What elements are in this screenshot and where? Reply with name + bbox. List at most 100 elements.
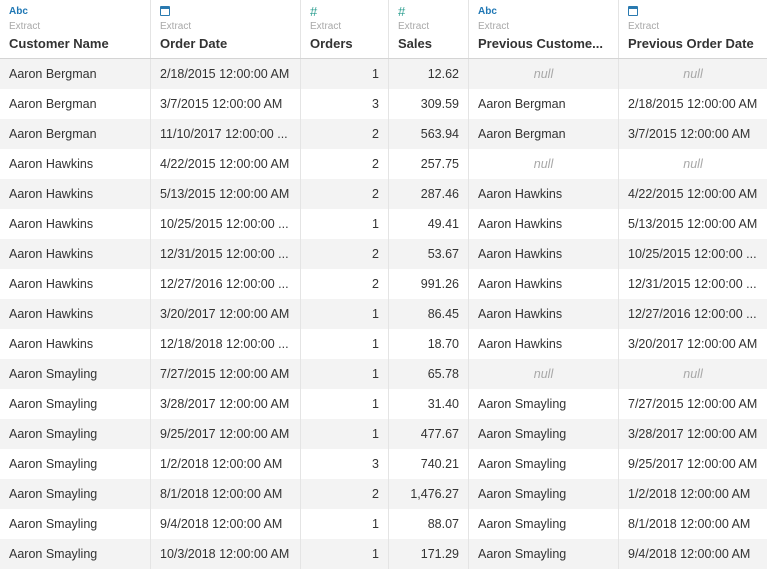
previous-customer-cell[interactable]: Aaron Bergman (469, 119, 619, 149)
previous-customer-cell[interactable]: Aaron Hawkins (469, 179, 619, 209)
customer-name-cell[interactable]: Aaron Hawkins (0, 329, 151, 359)
sales-cell[interactable]: 740.21 (389, 449, 469, 479)
column-header-customer-name[interactable]: Abc Extract Customer Name (0, 0, 151, 58)
table-row[interactable]: Aaron Hawkins 12/27/2016 12:00:00 ... 2 991… (0, 269, 767, 299)
customer-name-cell[interactable]: Aaron Smayling (0, 449, 151, 479)
table-row[interactable]: Aaron Hawkins 12/18/2018 12:00:00 ... 1 18.… (0, 329, 767, 359)
previous-order-date-cell[interactable]: 10/25/2015 12:00:00 ... (619, 239, 767, 269)
customer-name-cell[interactable]: Aaron Smayling (0, 509, 151, 539)
orders-cell[interactable]: 1 (301, 59, 389, 89)
order-date-cell[interactable]: 1/2/2018 12:00:00 AM (151, 449, 301, 479)
customer-name-cell[interactable]: Aaron Hawkins (0, 179, 151, 209)
previous-order-date-cell[interactable]: 5/13/2015 12:00:00 AM (619, 209, 767, 239)
column-header-previous-order-date[interactable]: Extract Previous Order Date (619, 0, 767, 58)
customer-name-cell[interactable]: Aaron Smayling (0, 539, 151, 569)
previous-order-date-cell[interactable]: 2/18/2015 12:00:00 AM (619, 89, 767, 119)
customer-name-cell[interactable]: Aaron Bergman (0, 89, 151, 119)
order-date-cell[interactable]: 10/3/2018 12:00:00 AM (151, 539, 301, 569)
previous-customer-cell[interactable]: Aaron Smayling (469, 539, 619, 569)
number-type-icon[interactable]: # (310, 4, 388, 19)
customer-name-cell[interactable]: Aaron Hawkins (0, 299, 151, 329)
table-row[interactable]: Aaron Smayling 10/3/2018 12:00:00 AM 1 171.… (0, 539, 767, 569)
table-row[interactable]: Aaron Smayling 7/27/2015 12:00:00 AM 1 65.7… (0, 359, 767, 389)
previous-customer-cell[interactable]: Aaron Smayling (469, 449, 619, 479)
previous-order-date-cell[interactable]: 8/1/2018 12:00:00 AM (619, 509, 767, 539)
orders-cell[interactable]: 1 (301, 509, 389, 539)
order-date-cell[interactable]: 12/18/2018 12:00:00 ... (151, 329, 301, 359)
order-date-cell[interactable]: 12/27/2016 12:00:00 ... (151, 269, 301, 299)
customer-name-cell[interactable]: Aaron Smayling (0, 359, 151, 389)
orders-cell[interactable]: 1 (301, 419, 389, 449)
customer-name-cell[interactable]: Aaron Bergman (0, 119, 151, 149)
orders-cell[interactable]: 1 (301, 209, 389, 239)
sales-cell[interactable]: 309.59 (389, 89, 469, 119)
column-header-previous-customer[interactable]: Abc Extract Previous Custome... (469, 0, 619, 58)
orders-cell[interactable]: 1 (301, 389, 389, 419)
order-date-cell[interactable]: 2/18/2015 12:00:00 AM (151, 59, 301, 89)
sales-cell[interactable]: 31.40 (389, 389, 469, 419)
sales-cell[interactable]: 53.67 (389, 239, 469, 269)
previous-order-date-cell[interactable]: 7/27/2015 12:00:00 AM (619, 389, 767, 419)
order-date-cell[interactable]: 3/28/2017 12:00:00 AM (151, 389, 301, 419)
customer-name-cell[interactable]: Aaron Smayling (0, 479, 151, 509)
previous-order-date-cell[interactable]: 12/31/2015 12:00:00 ... (619, 269, 767, 299)
previous-customer-cell[interactable]: Aaron Smayling (469, 479, 619, 509)
column-header-orders[interactable]: # Extract Orders (301, 0, 389, 58)
previous-order-date-cell[interactable]: 12/27/2016 12:00:00 ... (619, 299, 767, 329)
sales-cell[interactable]: 287.46 (389, 179, 469, 209)
previous-customer-cell[interactable]: Aaron Hawkins (469, 269, 619, 299)
orders-cell[interactable]: 3 (301, 89, 389, 119)
customer-name-cell[interactable]: Aaron Smayling (0, 389, 151, 419)
sales-cell[interactable]: 86.45 (389, 299, 469, 329)
customer-name-cell[interactable]: Aaron Hawkins (0, 269, 151, 299)
previous-customer-cell[interactable]: null (469, 59, 619, 89)
previous-order-date-cell[interactable]: 3/7/2015 12:00:00 AM (619, 119, 767, 149)
orders-cell[interactable]: 1 (301, 359, 389, 389)
previous-order-date-cell[interactable]: 9/4/2018 12:00:00 AM (619, 539, 767, 569)
customer-name-cell[interactable]: Aaron Bergman (0, 59, 151, 89)
calendar-type-icon[interactable] (160, 4, 300, 19)
abc-type-icon[interactable]: Abc (478, 4, 618, 19)
table-row[interactable]: Aaron Hawkins 4/22/2015 12:00:00 AM 2 257.7… (0, 149, 767, 179)
sales-cell[interactable]: 65.78 (389, 359, 469, 389)
table-row[interactable]: Aaron Hawkins 12/31/2015 12:00:00 ... 2 53.… (0, 239, 767, 269)
orders-cell[interactable]: 1 (301, 299, 389, 329)
previous-customer-cell[interactable]: Aaron Smayling (469, 389, 619, 419)
table-row[interactable]: Aaron Smayling 3/28/2017 12:00:00 AM 1 31.4… (0, 389, 767, 419)
orders-cell[interactable]: 2 (301, 119, 389, 149)
sales-cell[interactable]: 477.67 (389, 419, 469, 449)
table-row[interactable]: Aaron Bergman 11/10/2017 12:00:00 ... 2 563… (0, 119, 767, 149)
abc-type-icon[interactable]: Abc (9, 4, 150, 19)
table-row[interactable]: Aaron Smayling 8/1/2018 12:00:00 AM 2 1,476… (0, 479, 767, 509)
sales-cell[interactable]: 49.41 (389, 209, 469, 239)
previous-order-date-cell[interactable]: 9/25/2017 12:00:00 AM (619, 449, 767, 479)
customer-name-cell[interactable]: Aaron Hawkins (0, 149, 151, 179)
previous-customer-cell[interactable]: null (469, 359, 619, 389)
orders-cell[interactable]: 2 (301, 149, 389, 179)
previous-order-date-cell[interactable]: 4/22/2015 12:00:00 AM (619, 179, 767, 209)
customer-name-cell[interactable]: Aaron Smayling (0, 419, 151, 449)
orders-cell[interactable]: 3 (301, 449, 389, 479)
orders-cell[interactable]: 2 (301, 239, 389, 269)
previous-order-date-cell[interactable]: 1/2/2018 12:00:00 AM (619, 479, 767, 509)
calendar-type-icon[interactable] (628, 4, 767, 19)
previous-order-date-cell[interactable]: null (619, 359, 767, 389)
orders-cell[interactable]: 2 (301, 479, 389, 509)
column-header-sales[interactable]: # Extract Sales (389, 0, 469, 58)
table-row[interactable]: Aaron Bergman 2/18/2015 12:00:00 AM 1 12.62… (0, 59, 767, 89)
table-row[interactable]: Aaron Hawkins 10/25/2015 12:00:00 ... 1 49.… (0, 209, 767, 239)
sales-cell[interactable]: 257.75 (389, 149, 469, 179)
number-type-icon[interactable]: # (398, 4, 468, 19)
order-date-cell[interactable]: 10/25/2015 12:00:00 ... (151, 209, 301, 239)
orders-cell[interactable]: 2 (301, 269, 389, 299)
previous-customer-cell[interactable]: Aaron Bergman (469, 89, 619, 119)
previous-customer-cell[interactable]: Aaron Hawkins (469, 299, 619, 329)
table-row[interactable]: Aaron Hawkins 3/20/2017 12:00:00 AM 1 86.45… (0, 299, 767, 329)
previous-customer-cell[interactable]: Aaron Smayling (469, 509, 619, 539)
orders-cell[interactable]: 1 (301, 539, 389, 569)
table-row[interactable]: Aaron Smayling 9/25/2017 12:00:00 AM 1 477.… (0, 419, 767, 449)
table-row[interactable]: Aaron Smayling 9/4/2018 12:00:00 AM 1 88.07… (0, 509, 767, 539)
order-date-cell[interactable]: 3/20/2017 12:00:00 AM (151, 299, 301, 329)
order-date-cell[interactable]: 9/4/2018 12:00:00 AM (151, 509, 301, 539)
previous-customer-cell[interactable]: null (469, 149, 619, 179)
